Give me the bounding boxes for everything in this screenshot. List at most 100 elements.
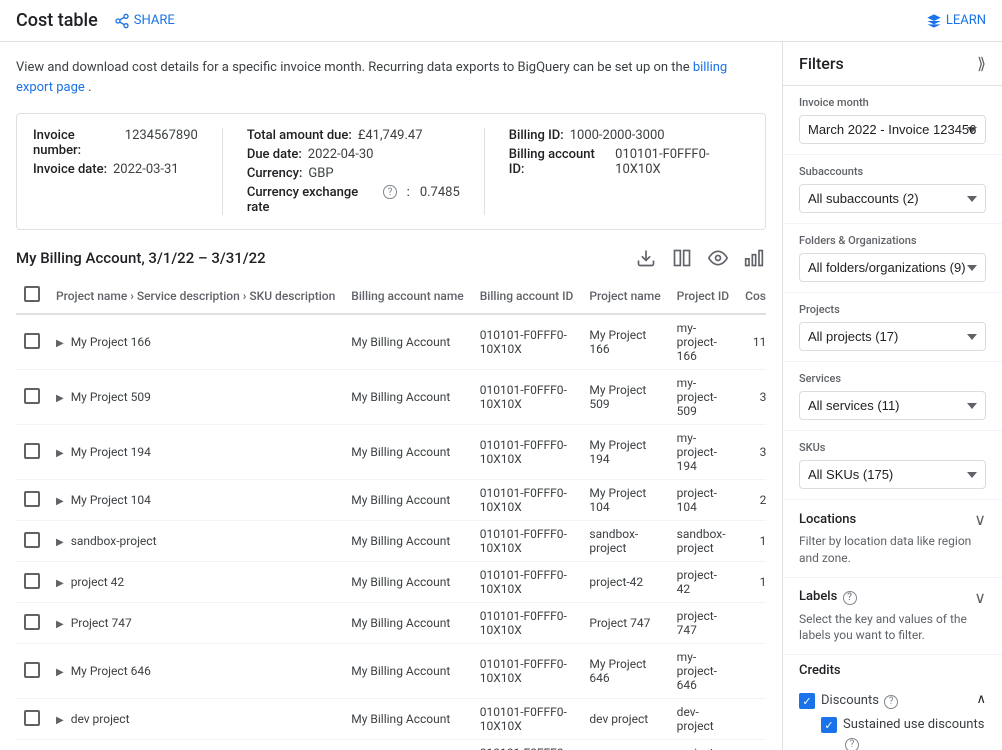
row-checkbox-cell [16, 603, 48, 644]
row-cost: 1641.04 [737, 562, 766, 603]
table-actions [634, 246, 766, 270]
select-all-checkbox[interactable] [24, 286, 40, 302]
skus-select[interactable]: All SKUs (175) [799, 460, 986, 489]
row-project: ▶ Project 10 [48, 740, 343, 750]
row-checkbox[interactable] [24, 614, 40, 630]
row-cost: 906.06 [737, 603, 766, 644]
header-cost[interactable]: Cost (£) ▼ [737, 278, 766, 314]
invoice-col-left: Invoice number: 1234567890 Invoice date:… [33, 128, 198, 215]
sustained-use-help-icon[interactable]: ? [845, 738, 859, 750]
content-area: View and download cost details for a spe… [0, 42, 782, 750]
row-expand-arrow[interactable]: ▶ [56, 338, 64, 349]
header-project-name: Project name › Service description › SKU… [48, 278, 343, 314]
subaccounts-select[interactable]: All subaccounts (2) [799, 184, 986, 213]
sustained-use-row: Sustained use discounts ? [821, 716, 986, 750]
row-checkbox[interactable] [24, 573, 40, 589]
row-checkbox[interactable] [24, 491, 40, 507]
row-billing-account-name: My Billing Account [343, 699, 471, 740]
row-project: ▶ My Project 104 [48, 480, 343, 521]
services-select[interactable]: All services (11) [799, 391, 986, 420]
page-title: Cost table [16, 10, 98, 31]
share-button[interactable]: SHARE [114, 13, 175, 29]
row-project-name: My Project 104 [581, 480, 668, 521]
row-expand-arrow[interactable]: ▶ [56, 667, 64, 678]
folders-select[interactable]: All folders/organizations (9) [799, 253, 986, 282]
bar-chart-icon[interactable] [742, 246, 766, 270]
row-billing-account-id: 010101-F0FFF0-10X10X [472, 480, 582, 521]
filter-credits: Credits Discounts ? ∧ Sustained use disc… [783, 655, 1002, 750]
table-row: ▶ My Project 104 My Billing Account 0101… [16, 480, 766, 521]
row-billing-account-name: My Billing Account [343, 521, 471, 562]
row-checkbox-cell [16, 699, 48, 740]
row-project-name: Project 747 [581, 603, 668, 644]
table-row: ▶ dev project My Billing Account 010101-… [16, 699, 766, 740]
row-project-id: project-42 [669, 562, 737, 603]
row-project-id: project-104 [669, 480, 737, 521]
exchange-help-icon[interactable]: ? [383, 185, 396, 199]
row-expand-arrow[interactable]: ▶ [56, 715, 64, 726]
row-project-id: project-747 [669, 603, 737, 644]
header-billing-account-name: Billing account name [343, 278, 471, 314]
row-billing-account-name: My Billing Account [343, 425, 471, 480]
row-billing-account-id: 010101-F0FFF0-10X10X [472, 644, 582, 699]
row-checkbox-cell [16, 562, 48, 603]
row-project-id: project-10 [669, 740, 737, 750]
row-billing-account-id: 010101-F0FFF0-10X10X [472, 740, 582, 750]
discounts-help-icon[interactable]: ? [884, 695, 898, 709]
row-project-id: dev-project [669, 699, 737, 740]
download-icon[interactable] [634, 246, 658, 270]
table-row: ▶ sandbox-project My Billing Account 010… [16, 521, 766, 562]
row-expand-arrow[interactable]: ▶ [56, 578, 64, 589]
filter-locations: Locations ∨ Filter by location data like… [783, 500, 1002, 578]
filters-header: Filters ⟫ [783, 42, 1002, 86]
sustained-use-checkbox[interactable] [821, 717, 837, 733]
row-project-id: my-project-646 [669, 644, 737, 699]
row-checkbox-cell [16, 480, 48, 521]
projects-select[interactable]: All projects (17) [799, 322, 986, 351]
discounts-expand[interactable]: ∧ [976, 692, 986, 707]
table-row: ▶ project 42 My Billing Account 010101-F… [16, 562, 766, 603]
filters-collapse-button[interactable]: ⟫ [977, 54, 986, 73]
row-checkbox[interactable] [24, 333, 40, 349]
row-expand-arrow[interactable]: ▶ [56, 619, 64, 630]
row-billing-account-name: My Billing Account [343, 740, 471, 750]
row-project-name: dev project [581, 699, 668, 740]
row-checkbox[interactable] [24, 710, 40, 726]
row-cost: 1838.12 [737, 521, 766, 562]
labels-help-icon[interactable]: ? [843, 591, 857, 605]
filter-subaccounts: Subaccounts All subaccounts (2) [783, 155, 1002, 224]
labels-toggle[interactable]: ∨ [974, 588, 986, 607]
row-expand-arrow[interactable]: ▶ [56, 393, 64, 404]
row-billing-account-id: 010101-F0FFF0-10X10X [472, 314, 582, 370]
invoice-month-select[interactable]: March 2022 - Invoice 1234567890 [799, 115, 986, 144]
row-project-id: sandbox-project [669, 521, 737, 562]
invoice-info: Invoice number: 1234567890 Invoice date:… [16, 113, 766, 230]
row-billing-account-id: 010101-F0FFF0-10X10X [472, 425, 582, 480]
learn-button[interactable]: LEARN [926, 13, 986, 29]
discounts-checkbox[interactable] [799, 693, 815, 709]
header-project-id: Project ID [669, 278, 737, 314]
table-row: ▶ My Project 194 My Billing Account 0101… [16, 425, 766, 480]
row-project: ▶ Project 747 [48, 603, 343, 644]
row-checkbox[interactable] [24, 443, 40, 459]
row-expand-arrow[interactable]: ▶ [56, 537, 64, 548]
filter-invoice-month: Invoice month March 2022 - Invoice 12345… [783, 86, 1002, 155]
row-checkbox-cell [16, 740, 48, 750]
cost-table: Project name › Service description › SKU… [16, 278, 766, 750]
view-icon[interactable] [706, 246, 730, 270]
locations-toggle[interactable]: ∨ [974, 510, 986, 529]
table-row: ▶ Project 10 My Billing Account 010101-F… [16, 740, 766, 750]
row-billing-account-name: My Billing Account [343, 314, 471, 370]
row-expand-arrow[interactable]: ▶ [56, 496, 64, 507]
main-layout: View and download cost details for a spe… [0, 42, 1002, 750]
row-expand-arrow[interactable]: ▶ [56, 448, 64, 459]
row-checkbox-cell [16, 370, 48, 425]
row-checkbox[interactable] [24, 388, 40, 404]
row-project-name: project-42 [581, 562, 668, 603]
share-icon [114, 13, 130, 29]
columns-icon[interactable] [670, 246, 694, 270]
row-checkbox[interactable] [24, 532, 40, 548]
row-checkbox[interactable] [24, 662, 40, 678]
row-billing-account-id: 010101-F0FFF0-10X10X [472, 370, 582, 425]
invoice-number-row: Invoice number: 1234567890 [33, 128, 198, 158]
